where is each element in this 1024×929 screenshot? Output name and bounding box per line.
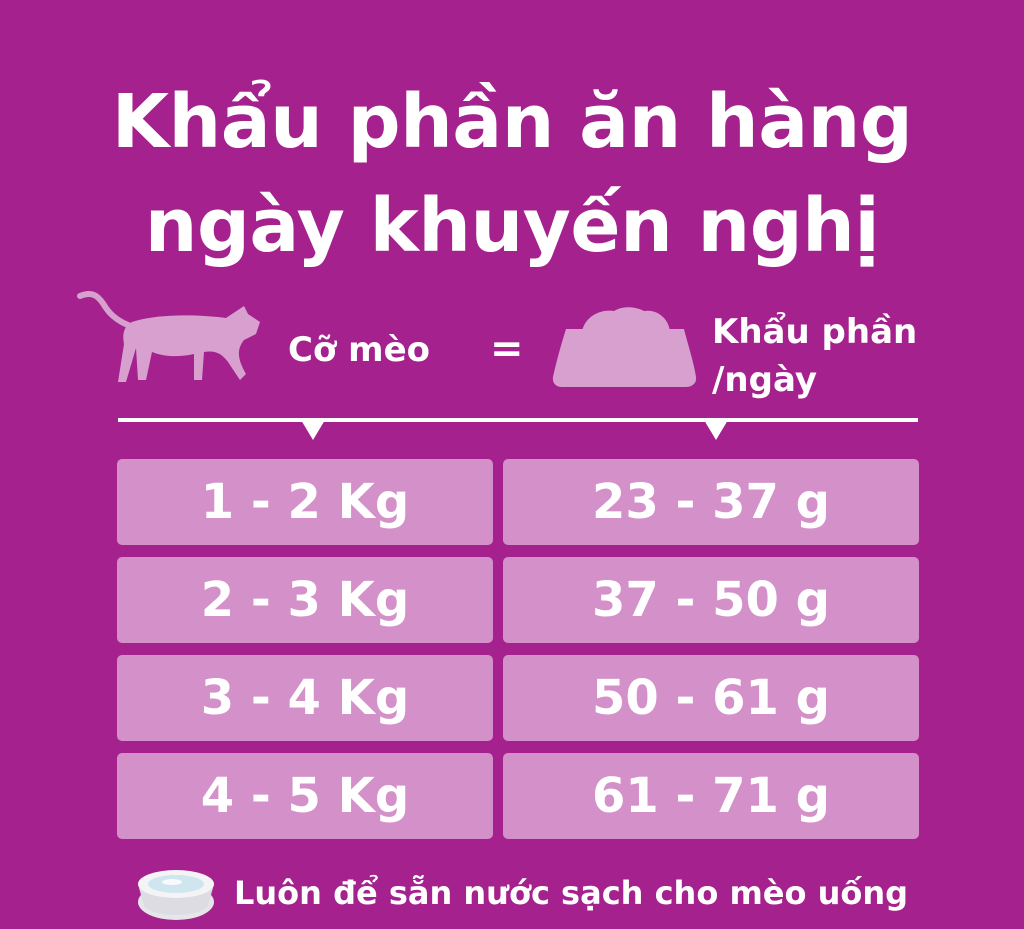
- portion-table: 1 - 2 Kg 23 - 37 g 2 - 3 Kg 37 - 50 g 3 …: [117, 459, 919, 851]
- page-title: Khẩu phần ăn hàng ngày khuyến nghị: [0, 70, 1024, 278]
- cat-size-cell: 1 - 2 Kg: [117, 459, 493, 545]
- size-column-arrow-icon: [301, 420, 325, 440]
- title-line-2: ngày khuyến nghị: [144, 183, 880, 269]
- equals-sign: =: [490, 326, 524, 372]
- table-row: 3 - 4 Kg 50 - 61 g: [117, 655, 919, 741]
- divider-line: [118, 418, 918, 422]
- portion-cell: 61 - 71 g: [503, 753, 919, 839]
- table-row: 4 - 5 Kg 61 - 71 g: [117, 753, 919, 839]
- cat-icon: [77, 290, 260, 382]
- water-reminder-text: Luôn để sẵn nước sạch cho mèo uống: [234, 874, 909, 912]
- cat-size-label: Cỡ mèo: [288, 330, 430, 370]
- food-bowl-icon: [552, 307, 697, 387]
- table-row: 2 - 3 Kg 37 - 50 g: [117, 557, 919, 643]
- portion-cell: 37 - 50 g: [503, 557, 919, 643]
- cat-size-cell: 2 - 3 Kg: [117, 557, 493, 643]
- portion-column-arrow-icon: [704, 420, 728, 440]
- cat-size-cell: 3 - 4 Kg: [117, 655, 493, 741]
- table-row: 1 - 2 Kg 23 - 37 g: [117, 459, 919, 545]
- portion-label: Khẩu phần /ngày: [712, 308, 917, 404]
- portion-label-line-2: /ngày: [712, 360, 818, 400]
- title-line-1: Khẩu phần ăn hàng: [111, 79, 913, 165]
- portion-cell: 50 - 61 g: [503, 655, 919, 741]
- cat-size-cell: 4 - 5 Kg: [117, 753, 493, 839]
- portion-cell: 23 - 37 g: [503, 459, 919, 545]
- water-bowl-icon: [138, 870, 214, 920]
- portion-label-line-1: Khẩu phần: [712, 312, 918, 352]
